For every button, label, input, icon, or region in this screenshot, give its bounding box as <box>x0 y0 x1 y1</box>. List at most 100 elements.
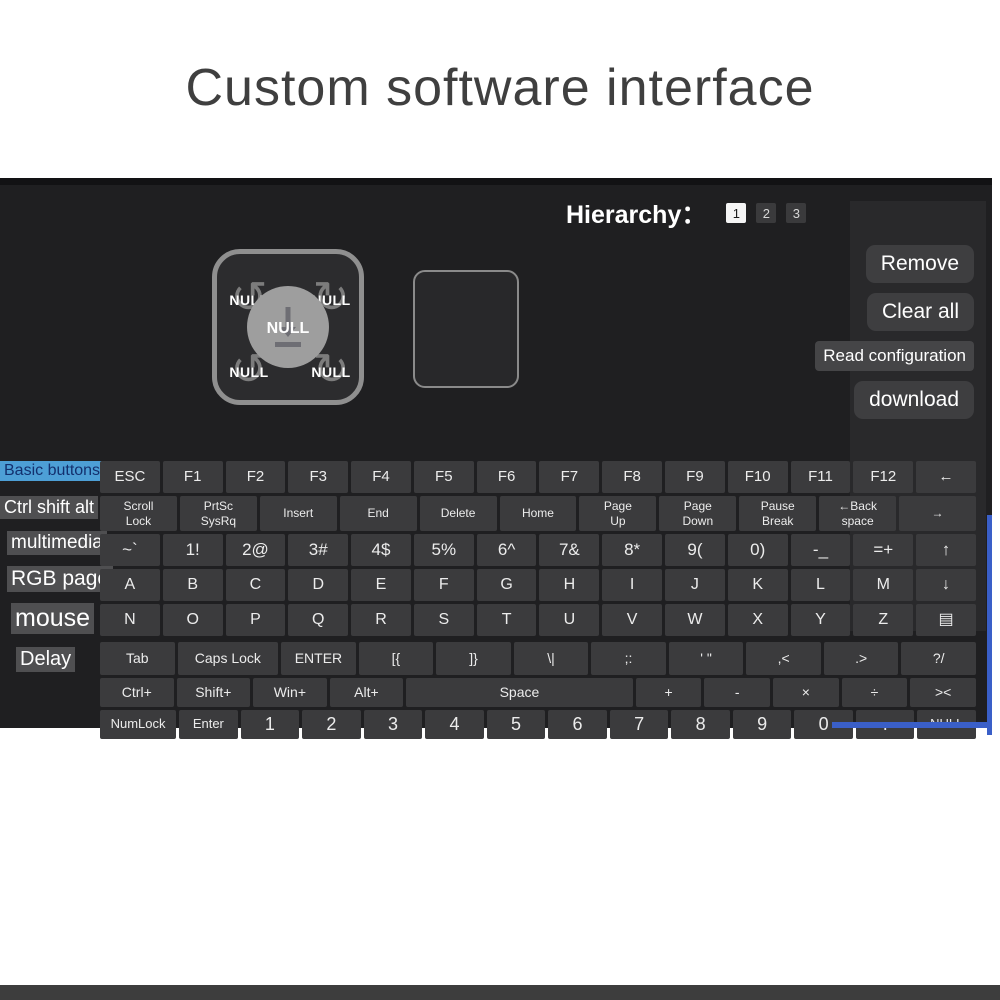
key-f9[interactable]: F9 <box>665 461 725 493</box>
read-configuration-button[interactable]: Read configuration <box>815 341 974 371</box>
key-delete[interactable]: Delete <box>420 496 497 531</box>
key-m[interactable]: M <box>853 569 913 601</box>
key-f11[interactable]: F11 <box>791 461 851 493</box>
key-comma[interactable]: ,< <box>746 642 821 675</box>
key-ctrl[interactable]: Ctrl+ <box>100 678 174 707</box>
key-4[interactable]: 4$ <box>351 534 411 566</box>
key-p[interactable]: P <box>226 604 286 636</box>
key-page-down[interactable]: Page Down <box>659 496 736 531</box>
key-o[interactable]: O <box>163 604 223 636</box>
key-6[interactable]: 6^ <box>477 534 537 566</box>
key-prtsc-sysrq[interactable]: PrtSc SysRq <box>180 496 257 531</box>
key-pause-break[interactable]: Pause Break <box>739 496 816 531</box>
key-alt[interactable]: Alt+ <box>330 678 404 707</box>
clear-all-button[interactable]: Clear all <box>867 293 974 331</box>
key-3[interactable]: 3 <box>364 710 423 739</box>
key-6[interactable]: 6 <box>548 710 607 739</box>
key-semicolon[interactable]: ;: <box>591 642 666 675</box>
key-f5[interactable]: F5 <box>414 461 474 493</box>
key-e[interactable]: E <box>351 569 411 601</box>
key-end[interactable]: End <box>340 496 417 531</box>
key-5[interactable]: 5 <box>487 710 546 739</box>
key-i[interactable]: I <box>602 569 662 601</box>
key-f8[interactable]: F8 <box>602 461 662 493</box>
key-tilde[interactable]: ~` <box>100 534 160 566</box>
key-9[interactable]: 9( <box>665 534 725 566</box>
key-s[interactable]: S <box>414 604 474 636</box>
key-divide[interactable]: ÷ <box>842 678 908 707</box>
key-shift[interactable]: Shift+ <box>177 678 251 707</box>
key-f1[interactable]: F1 <box>163 461 223 493</box>
key-backslash[interactable]: \| <box>514 642 589 675</box>
key-4[interactable]: 4 <box>425 710 484 739</box>
key-7[interactable]: 7& <box>539 534 599 566</box>
key-enter[interactable]: ENTER <box>281 642 356 675</box>
remove-button[interactable]: Remove <box>866 245 974 283</box>
key-tab[interactable]: Tab <box>100 642 175 675</box>
key-9[interactable]: 9 <box>733 710 792 739</box>
hierarchy-level-3-button[interactable]: 3 <box>786 203 806 223</box>
key-numpad-minus[interactable]: - <box>704 678 770 707</box>
key-a[interactable]: A <box>100 569 160 601</box>
key-minus[interactable]: -_ <box>791 534 851 566</box>
key-home[interactable]: Home <box>500 496 577 531</box>
key-page-up[interactable]: Page Up <box>579 496 656 531</box>
key-f[interactable]: F <box>414 569 474 601</box>
key-f3[interactable]: F3 <box>288 461 348 493</box>
key-u[interactable]: U <box>539 604 599 636</box>
key-j[interactable]: J <box>665 569 725 601</box>
key-1[interactable]: 1 <box>241 710 300 739</box>
key-f2[interactable]: F2 <box>226 461 286 493</box>
key-y[interactable]: Y <box>791 604 851 636</box>
rotary-knob-widget[interactable]: ↺ NULL ↻ NULL ↺ NULL ↻ NULL N <box>212 249 364 405</box>
sidebar-item-multimedia[interactable]: multimedia <box>7 531 107 555</box>
hierarchy-level-1-button[interactable]: 1 <box>726 203 746 223</box>
key-right-arrow[interactable]: → <box>899 496 976 531</box>
key-c[interactable]: C <box>226 569 286 601</box>
key-1[interactable]: 1! <box>163 534 223 566</box>
sidebar-item-ctrl-shift-alt[interactable]: Ctrl shift alt <box>0 496 98 519</box>
key-f12[interactable]: F12 <box>853 461 913 493</box>
knob-press-slot[interactable]: NULL <box>247 286 329 368</box>
key-angle-brackets[interactable]: >< <box>910 678 976 707</box>
menu-key-icon[interactable]: ▤ <box>916 604 976 636</box>
key-n[interactable]: N <box>100 604 160 636</box>
key-left-arrow[interactable]: ← <box>916 461 976 493</box>
download-button[interactable]: download <box>854 381 974 419</box>
key-win[interactable]: Win+ <box>253 678 327 707</box>
key-scroll-lock[interactable]: Scroll Lock <box>100 496 177 531</box>
key-f4[interactable]: F4 <box>351 461 411 493</box>
key-q[interactable]: Q <box>288 604 348 636</box>
key-8[interactable]: 8 <box>671 710 730 739</box>
key-backspace[interactable]: ←Back space <box>819 496 896 531</box>
key-numlock[interactable]: NumLock <box>100 710 176 739</box>
key-d[interactable]: D <box>288 569 348 601</box>
key-v[interactable]: V <box>602 604 662 636</box>
key-slash[interactable]: ?/ <box>901 642 976 675</box>
sidebar-item-basic-buttons[interactable]: Basic buttons <box>0 461 104 481</box>
key-equals[interactable]: =+ <box>853 534 913 566</box>
key-period[interactable]: .> <box>824 642 899 675</box>
key-multiply[interactable]: × <box>773 678 839 707</box>
key-z[interactable]: Z <box>853 604 913 636</box>
hierarchy-level-2-button[interactable]: 2 <box>756 203 776 223</box>
key-f7[interactable]: F7 <box>539 461 599 493</box>
key-numpad-enter[interactable]: Enter <box>179 710 238 739</box>
key-t[interactable]: T <box>477 604 537 636</box>
key-f10[interactable]: F10 <box>728 461 788 493</box>
key-3[interactable]: 3# <box>288 534 348 566</box>
key-b[interactable]: B <box>163 569 223 601</box>
key-insert[interactable]: Insert <box>260 496 337 531</box>
key-h[interactable]: H <box>539 569 599 601</box>
key-7[interactable]: 7 <box>610 710 669 739</box>
key-x[interactable]: X <box>728 604 788 636</box>
key-space[interactable]: Space <box>406 678 633 707</box>
key-r[interactable]: R <box>351 604 411 636</box>
key-5[interactable]: 5% <box>414 534 474 566</box>
key-g[interactable]: G <box>477 569 537 601</box>
key-quote[interactable]: ' " <box>669 642 744 675</box>
key-f6[interactable]: F6 <box>477 461 537 493</box>
key-plus[interactable]: + <box>636 678 702 707</box>
key-down-arrow[interactable]: ↓ <box>916 569 976 601</box>
key-2[interactable]: 2@ <box>226 534 286 566</box>
